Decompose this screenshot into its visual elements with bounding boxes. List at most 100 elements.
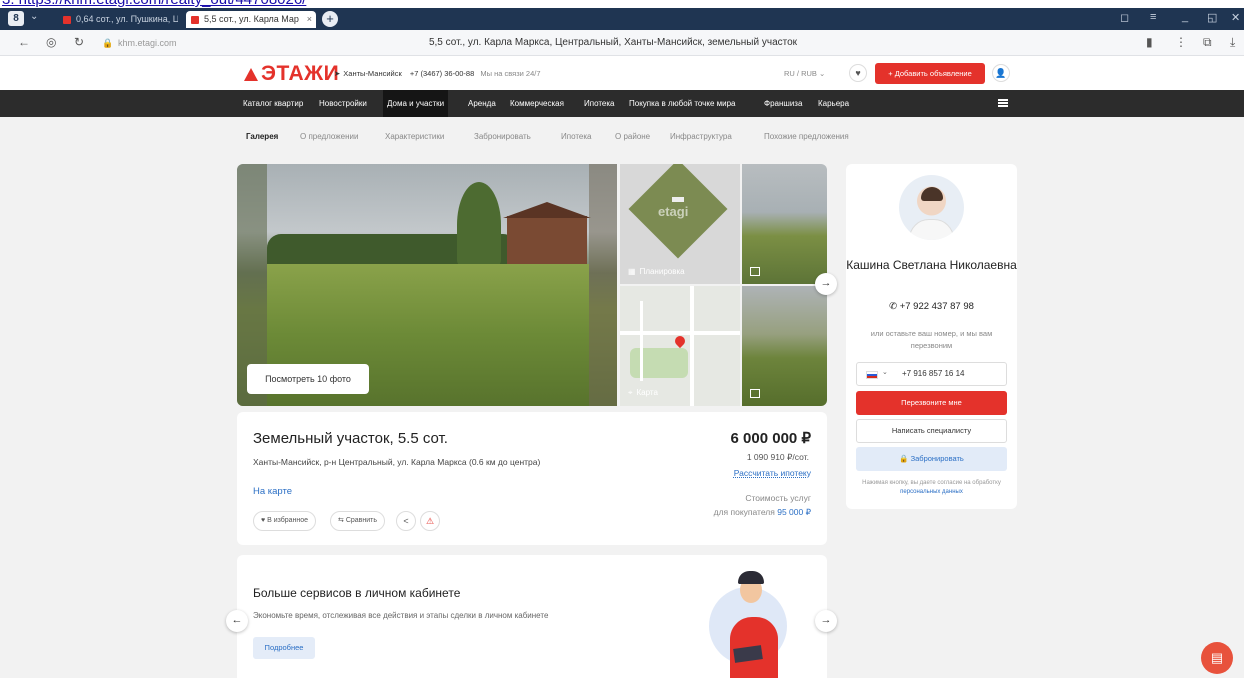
add-listing-button[interactable]: + Добавить объявление: [875, 63, 985, 84]
add-to-favorites-button[interactable]: ♥ В избранное: [253, 511, 317, 531]
reload-icon[interactable]: ↻: [74, 35, 84, 49]
section-tab[interactable]: Ипотека: [561, 132, 592, 141]
promo-next-arrow-icon[interactable]: →: [815, 610, 837, 632]
callback-phone-input[interactable]: ⌄ +7 916 857 16 14: [856, 362, 1007, 386]
section-tab[interactable]: Характеристики: [385, 132, 444, 141]
browser-tab-inactive[interactable]: 0,64 сот., ул. Пушкина, Ц: [58, 11, 178, 28]
main-nav-item[interactable]: Франшиза: [764, 90, 802, 117]
consent-text: Нажимая кнопку, вы даете согласие на обр…: [862, 480, 1001, 486]
map-road: [690, 286, 694, 406]
close-window-icon[interactable]: ✕: [1231, 11, 1240, 24]
shield-icon[interactable]: ◎: [46, 35, 56, 49]
section-tab[interactable]: О предложении: [300, 132, 358, 141]
compare-icon: ⇆: [338, 517, 344, 524]
promo-text: Экономьте время, отслеживая все действия…: [253, 611, 549, 620]
main-nav-item[interactable]: Новостройки: [319, 90, 367, 117]
support-note: Мы на связи 24/7: [480, 69, 541, 78]
bookmark-icon[interactable]: ▮: [1146, 35, 1153, 49]
map-caption: ⌖ Карта: [628, 388, 658, 398]
listing-address: Ханты-Мансийск, р-н Центральный, ул. Кар…: [253, 457, 541, 467]
calculate-mortgage-link[interactable]: Рассчитать ипотеку: [734, 468, 811, 478]
hamburger-menu-icon[interactable]: [998, 99, 1008, 107]
extensions-icon[interactable]: ⧉: [1203, 35, 1212, 50]
book-button[interactable]: 🔒 Забронировать: [856, 447, 1007, 471]
chat-button-icon[interactable]: ▤: [1201, 642, 1233, 674]
photo-tree: [457, 182, 501, 268]
promo-title: Больше сервисов в личном кабинете: [253, 586, 461, 600]
main-nav-item[interactable]: Покупка в любой точке мира: [629, 90, 735, 117]
main-nav-item[interactable]: Аренда: [468, 90, 496, 117]
fee-value[interactable]: 95 000 ₽: [777, 507, 811, 517]
favorites-heart-icon[interactable]: ♥: [849, 64, 867, 82]
photo-icon: [750, 267, 760, 276]
kebab-menu-icon[interactable]: ⋮: [1175, 35, 1187, 49]
section-tab[interactable]: Инфраструктура: [670, 132, 732, 141]
map-road: [640, 301, 643, 381]
section-tab[interactable]: О районе: [615, 132, 650, 141]
main-nav-item-active[interactable]: Дома и участки: [383, 90, 449, 117]
browser-app-badge[interactable]: 8: [8, 11, 24, 26]
back-icon[interactable]: ←: [18, 35, 30, 49]
callback-button[interactable]: Перезвоните мне: [856, 391, 1007, 415]
gallery-photo-thumb[interactable]: [742, 286, 827, 406]
promo-more-button[interactable]: Подробнее: [253, 637, 315, 659]
url-strip-text[interactable]: 3. https://khm.etagi.com/realty_out/4470…: [2, 0, 306, 8]
logo-text: ЭТАЖИ: [261, 62, 340, 85]
header-phone[interactable]: +7 (3467) 36-00-88: [410, 69, 474, 78]
favicon-icon: [63, 16, 71, 24]
download-icon[interactable]: ⤓: [1230, 35, 1235, 50]
gallery-next-arrow-icon[interactable]: →: [815, 273, 837, 295]
gallery-map-thumb[interactable]: ⌖ Карта: [620, 286, 740, 406]
gallery-main-photo[interactable]: Посмотреть 10 фото: [237, 164, 617, 406]
bookmarks-icon[interactable]: ◻: [1120, 11, 1129, 24]
promo-banner: Больше сервисов в личном кабинете Эконом…: [237, 555, 827, 678]
main-nav-item[interactable]: Коммерческая: [510, 90, 564, 117]
section-tab[interactable]: Забронировать: [474, 132, 531, 141]
close-tab-icon[interactable]: ×: [307, 11, 312, 28]
main-nav-item[interactable]: Каталог квартир: [243, 90, 303, 117]
fee-label-line2: для покупателя 95 000 ₽: [714, 505, 811, 519]
agent-card: Кашина Светлана Николаевна ✆ +7 922 437 …: [846, 164, 1017, 509]
maximize-icon[interactable]: ◱: [1207, 11, 1217, 24]
plan-caption-text: Планировка: [639, 267, 685, 276]
write-specialist-button[interactable]: Написать специалисту: [856, 419, 1007, 443]
book-button-label: Забронировать: [910, 454, 964, 463]
address-bar[interactable]: 🔒 khm.etagi.com 5,5 сот., ул. Карла Марк…: [98, 34, 1128, 52]
agent-name[interactable]: Кашина Светлана Николаевна: [846, 257, 1017, 274]
avatar-shirt: [909, 219, 954, 240]
chevron-down-icon[interactable]: ⌄: [30, 11, 38, 22]
main-nav-item[interactable]: Ипотека: [584, 90, 615, 117]
photo-blur-right: [589, 164, 617, 406]
section-nav: Галерея О предложении Характеристики Заб…: [0, 117, 1244, 157]
photo-icon: [750, 389, 760, 398]
user-icon[interactable]: 👤: [992, 64, 1010, 82]
plot-plan-tag: [672, 197, 684, 202]
agent-phone[interactable]: ✆ +7 922 437 87 98: [846, 301, 1017, 312]
section-tab-gallery[interactable]: Галерея: [246, 132, 278, 141]
listing-price: 6 000 000 ₽: [730, 430, 811, 447]
country-dropdown-icon[interactable]: ⌄: [882, 368, 888, 376]
browser-tab-active[interactable]: 5,5 сот., ул. Карла Мар ×: [186, 11, 316, 28]
city-selector[interactable]: ➤ Ханты-Мансийск +7 (3467) 36-00-88 Мы на…: [334, 69, 541, 78]
view-photos-button[interactable]: Посмотреть 10 фото: [247, 364, 369, 394]
compare-button[interactable]: ⇆ Сравнить: [330, 511, 386, 531]
menu-icon[interactable]: ≡: [1150, 11, 1156, 23]
favicon-icon: [191, 16, 199, 24]
main-nav-item[interactable]: Карьера: [818, 90, 849, 117]
share-icon[interactable]: <: [396, 511, 416, 531]
listing-info-card: Земельный участок, 5.5 сот. Ханты-Мансий…: [237, 412, 827, 545]
agent-avatar[interactable]: [899, 175, 964, 240]
gallery-photo-thumb[interactable]: [742, 164, 827, 284]
show-on-map-link[interactable]: На карте: [253, 486, 292, 497]
consent-note: Нажимая кнопку, вы даете согласие на обр…: [854, 479, 1009, 496]
new-tab-button[interactable]: +: [322, 11, 338, 27]
report-warning-icon[interactable]: ⚠: [420, 511, 440, 531]
site-logo[interactable]: ЭТАЖИ: [244, 62, 339, 86]
location-pin-icon: ⌖: [628, 388, 633, 397]
minimize-icon[interactable]: _: [1182, 11, 1188, 23]
lang-currency-selector[interactable]: RU / RUB ⌄: [784, 69, 825, 78]
promo-prev-arrow-icon[interactable]: ←: [226, 610, 248, 632]
gallery-plan-thumb[interactable]: etagi ▦ Планировка: [620, 164, 740, 284]
section-tab[interactable]: Похожие предложения: [764, 132, 849, 141]
personal-data-link[interactable]: персональных данных: [900, 489, 963, 495]
